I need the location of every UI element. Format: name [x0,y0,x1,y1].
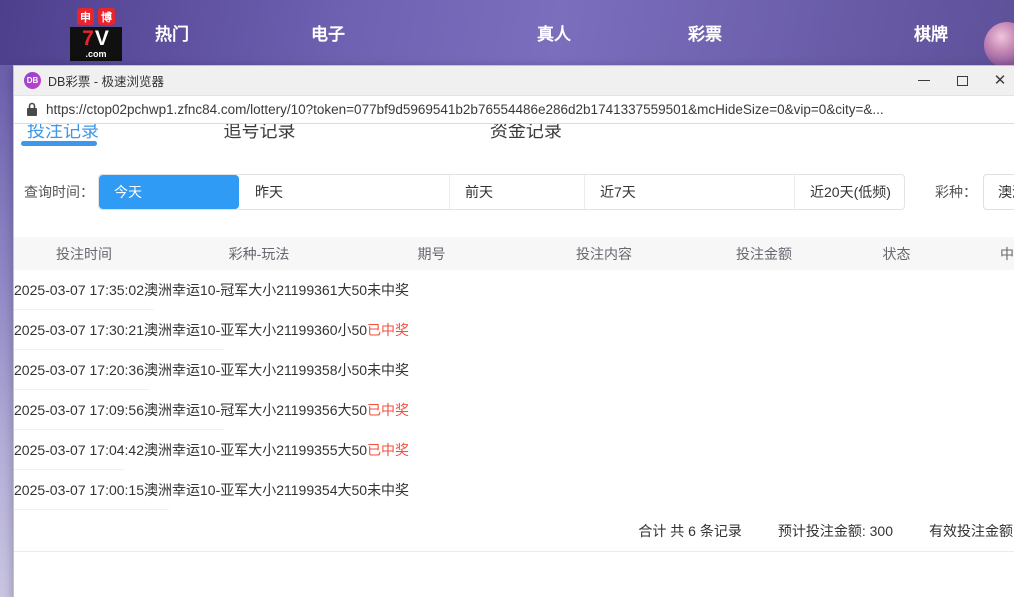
maximize-button[interactable] [955,74,969,88]
cell-bet-time: 2025-03-07 17:20:36 [14,362,144,378]
nav-menu-item[interactable]: 电子 [298,20,508,45]
logo-badge-bo: 博 [98,8,115,25]
time-range-option[interactable]: 昨天 [239,175,449,209]
filter-bar: 查询时间： 今天 昨天 前天 近7天 近20天(低频) 彩种： 澳洲幸运10 [14,174,1014,210]
cell-bet-amount: 50 [351,362,367,378]
window-title: DB彩票 - 极速浏览器 [48,71,164,90]
cell-bet-amount: 50 [351,282,367,298]
nav-menu-item[interactable]: 真人 [524,20,659,45]
minimize-button[interactable] [917,74,931,88]
logo-suffix: .com [70,49,122,61]
top-navigation: 申 博 7V .com 热门 电子 真人 彩票 棋牌 捕鱼 体育 优惠 [0,0,1014,65]
cell-status: 未中奖 [367,360,409,380]
lock-icon [26,102,38,117]
cell-status: 已中奖 [367,320,409,340]
table-body: 2025-03-07 17:35:02 澳洲幸运10-冠军大小 21199361… [14,270,1014,510]
table-header-cell: 彩种-玩法 [154,244,364,264]
cell-status: 未中奖 [367,280,409,300]
table-header-cell: 中奖金额 [974,244,1014,264]
cell-period: 21199358 [276,362,337,378]
close-button[interactable]: ✕ [993,74,1007,88]
query-time-label: 查询时间： [24,182,94,202]
cell-bet-content: 小 [337,360,351,380]
time-range-option[interactable]: 前天 [449,175,584,209]
cell-game: 澳洲幸运10-冠军大小 [144,280,276,300]
time-range-group: 今天 昨天 前天 近7天 近20天(低频) [98,174,905,210]
lottery-label: 彩种： [935,182,977,202]
logo-main-text: 7V [70,27,122,49]
cell-period: 21199355 [276,442,337,458]
record-tabs: 投注记录 追号记录 资金记录 [14,124,1014,148]
cell-game: 澳洲幸运10-亚军大小 [144,480,276,500]
table-row[interactable]: 2025-03-07 17:30:21 澳洲幸运10-亚军大小 21199360… [14,310,224,350]
cell-bet-amount: 50 [351,322,367,338]
cell-bet-amount: 50 [351,482,367,498]
time-range-option[interactable]: 近7天 [584,175,794,209]
bet-records-table: 投注时间 彩种-玩法 期号 投注内容 投注金额 状态 中奖金额 [14,237,1014,552]
browser-window: DB DB彩票 - 极速浏览器 ✕ https://ctop02pchwp1.z… [13,65,1014,597]
table-header-cell: 状态 [819,244,974,264]
table-header-row: 投注时间 彩种-玩法 期号 投注内容 投注金额 状态 中奖金额 [14,237,1014,270]
table-header-cell: 投注时间 [14,244,154,264]
cell-period: 21199361 [276,282,337,298]
cell-status: 已中奖 [367,400,409,420]
address-bar[interactable]: https://ctop02pchwp1.zfnc84.com/lottery/… [14,96,1014,124]
cell-bet-amount: 50 [351,402,367,418]
cell-bet-time: 2025-03-07 17:09:56 [14,402,144,418]
active-tab-indicator [21,141,97,146]
table-header-cell: 投注内容 [499,244,709,264]
cell-bet-amount: 50 [351,442,367,458]
table-header-cell: 期号 [364,244,499,264]
nav-menu-item[interactable]: 热门 [142,20,282,45]
cell-game: 澳洲幸运10-冠军大小 [144,400,276,420]
cell-status: 未中奖 [367,480,409,500]
table-row[interactable]: 2025-03-07 17:09:56 澳洲幸运10-冠军大小 21199356… [14,390,224,430]
table-header-cell: 投注金额 [709,244,819,264]
table-row[interactable]: 2025-03-07 17:04:42 澳洲幸运10-亚军大小 21199355… [14,430,124,470]
site-logo[interactable]: 申 博 7V .com [70,8,122,61]
window-titlebar[interactable]: DB DB彩票 - 极速浏览器 ✕ [14,66,1014,96]
cell-bet-content: 大 [337,480,351,500]
cell-bet-content: 小 [337,320,351,340]
table-row[interactable]: 2025-03-07 17:00:15 澳洲幸运10-亚军大小 21199354… [14,470,169,510]
cell-bet-time: 2025-03-07 17:35:02 [14,282,144,298]
time-range-option[interactable]: 近20天(低频) [794,175,904,209]
summary-total-records: 合计 共 6 条记录 [638,521,741,541]
url-text[interactable]: https://ctop02pchwp1.zfnc84.com/lottery/… [46,102,884,117]
cell-bet-content: 大 [337,400,351,420]
cell-game: 澳洲幸运10-亚军大小 [144,360,276,380]
cell-bet-time: 2025-03-07 17:00:15 [14,482,144,498]
summary-estimated-amount: 预计投注金额: 300 [778,521,893,541]
cell-status: 已中奖 [367,440,409,460]
table-summary: 合计 共 6 条记录 预计投注金额: 300 有效投注金额 [14,510,1014,552]
logo-badges: 申 博 [77,8,115,25]
record-tab[interactable]: 资金记录 [490,124,625,139]
lottery-select-value: 澳洲幸运10 [998,182,1014,202]
cell-game: 澳洲幸运10-亚军大小 [144,440,276,460]
summary-valid-amount: 有效投注金额 [929,521,1013,541]
cell-bet-time: 2025-03-07 17:04:42 [14,442,144,458]
cell-period: 21199354 [276,482,337,498]
window-controls: ✕ [917,74,1007,88]
browser-app-icon: DB [24,72,41,89]
cell-bet-content: 大 [337,280,351,300]
lottery-select[interactable]: 澳洲幸运10 [983,174,1014,210]
table-row[interactable]: 2025-03-07 17:20:36 澳洲幸运10-亚军大小 21199358… [14,350,149,390]
page-content: 投注记录 追号记录 资金记录 查询时间： 今天 昨天 前天 近7天 [14,124,1014,597]
record-tab[interactable]: 追号记录 [223,124,433,139]
logo-badge-shen: 申 [77,8,94,25]
nav-menu-item[interactable]: 彩票 [675,20,885,45]
table-row[interactable]: 2025-03-07 17:35:02 澳洲幸运10-冠军大小 21199361… [14,270,154,310]
cell-game: 澳洲幸运10-亚军大小 [144,320,276,340]
cell-bet-time: 2025-03-07 17:30:21 [14,322,144,338]
cell-period: 21199356 [276,402,337,418]
main-menu: 热门 电子 真人 彩票 棋牌 捕鱼 体育 优惠 [134,20,1014,45]
record-tab[interactable]: 投注记录 [27,124,167,139]
cell-period: 21199360 [276,322,337,338]
time-range-option[interactable]: 今天 [99,175,239,209]
cell-bet-content: 大 [337,440,351,460]
